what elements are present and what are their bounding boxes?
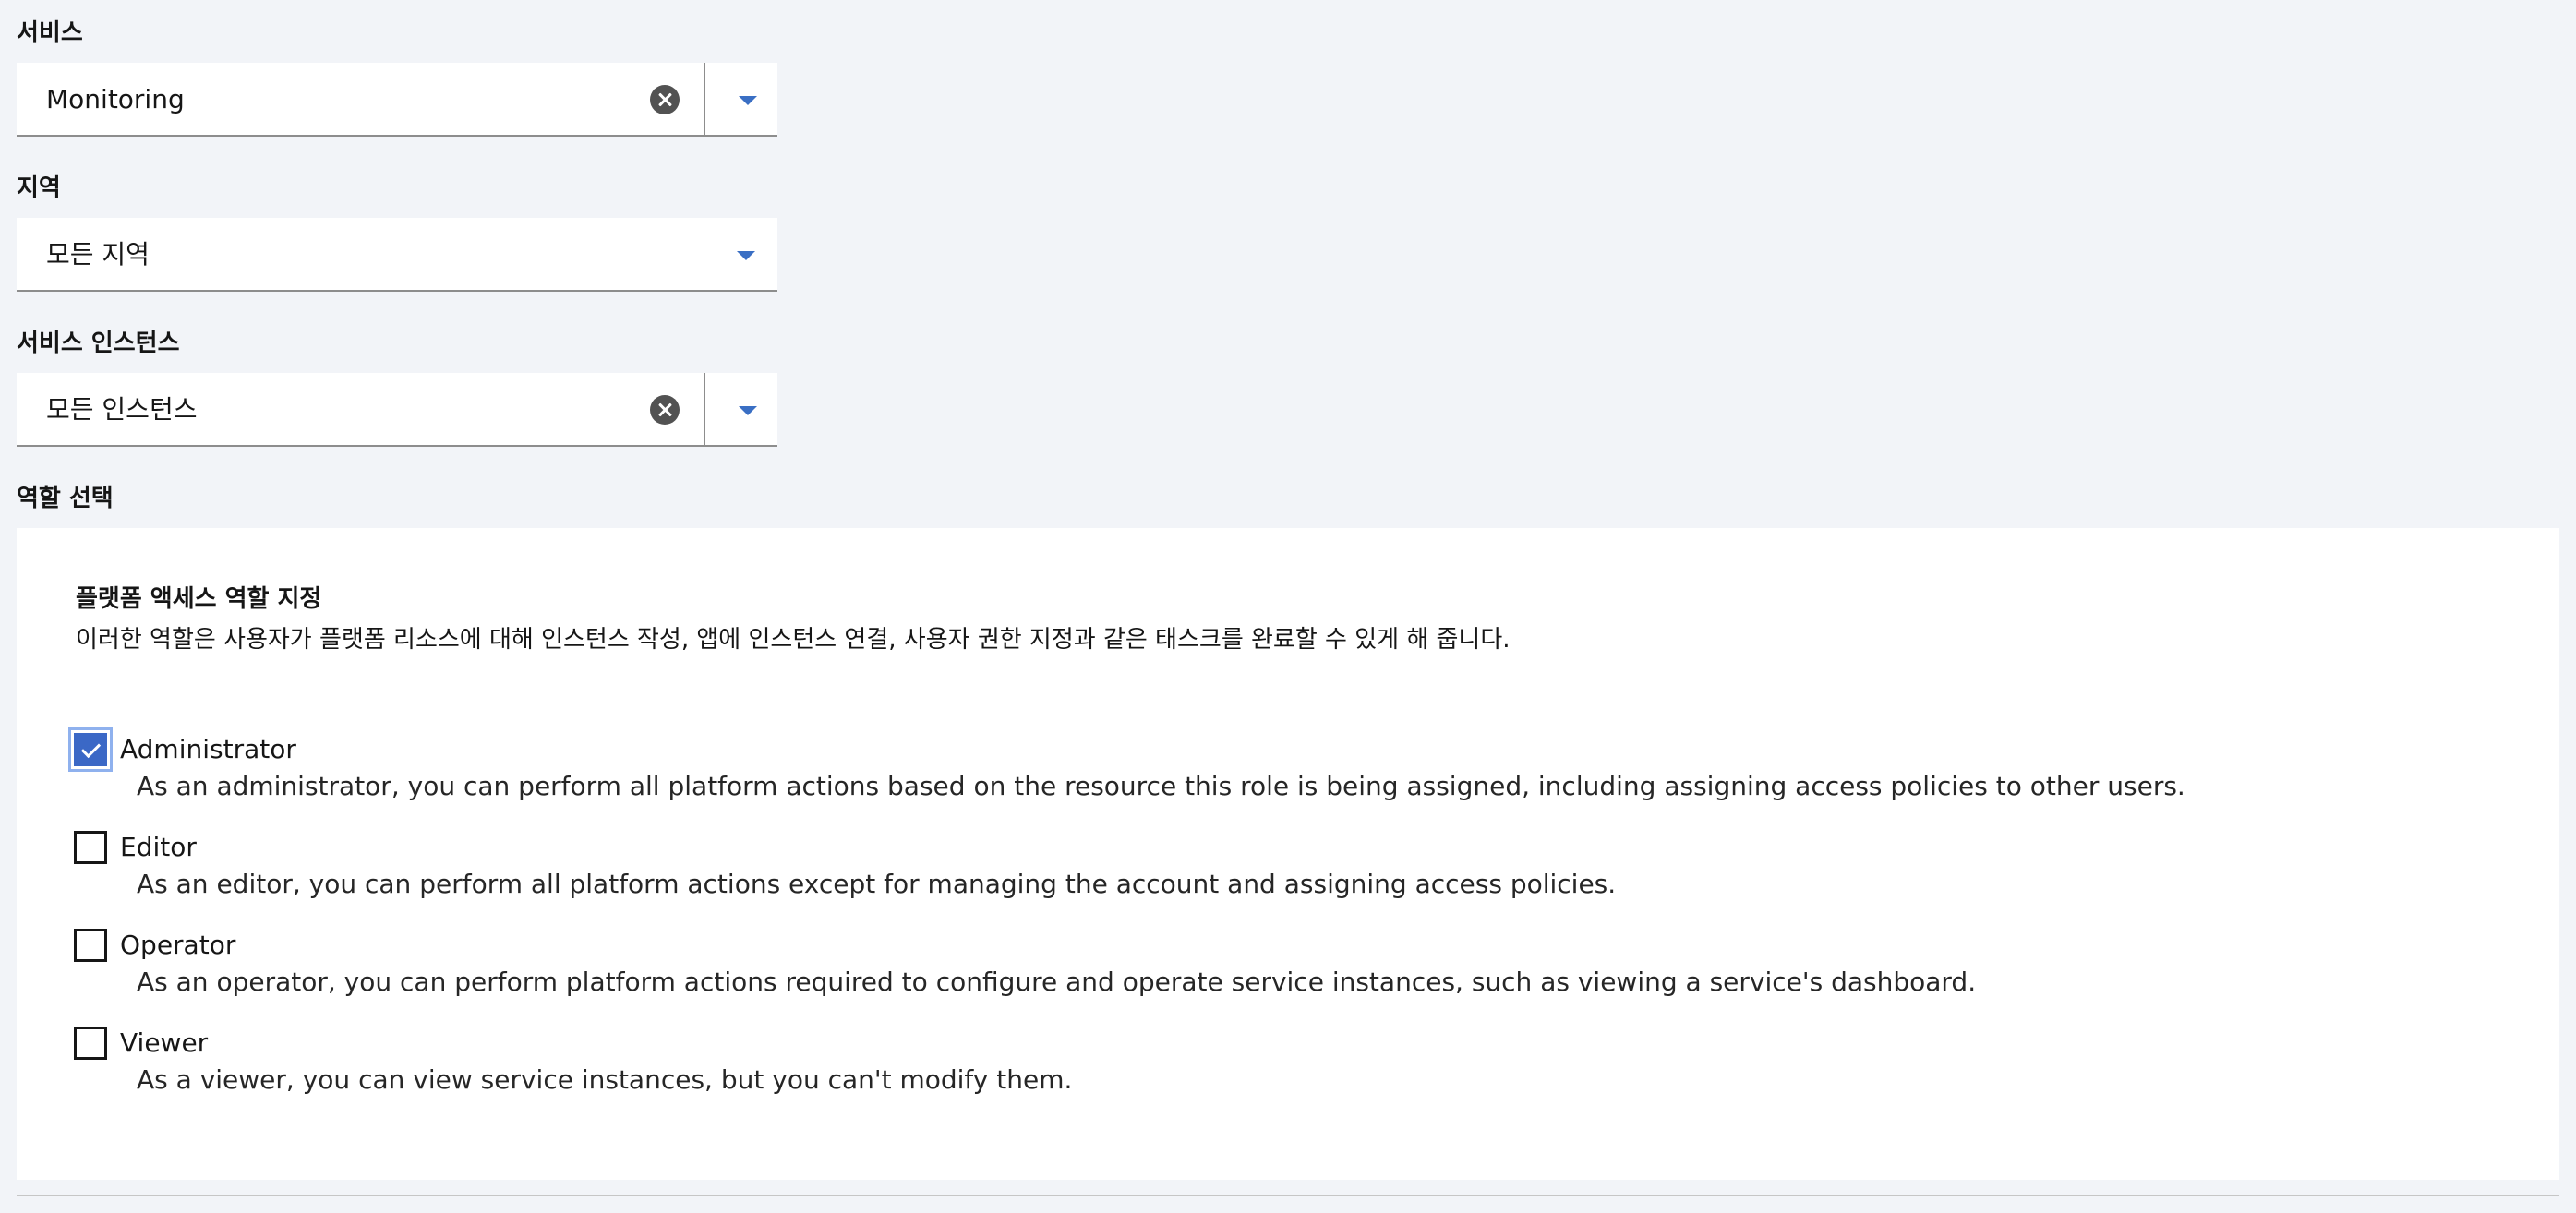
service-instance-combobox[interactable]: 모든 인스턴스	[17, 373, 777, 447]
role-name[interactable]: Editor	[120, 831, 197, 864]
roles-panel: 플랫폼 액세스 역할 지정 이러한 역할은 사용자가 플랫폼 리소스에 대해 인…	[17, 528, 2559, 1180]
role-description: As a viewer, you can view service instan…	[137, 1064, 1073, 1095]
administrator-checkbox[interactable]	[74, 733, 107, 766]
role-name[interactable]: Viewer	[120, 1027, 208, 1060]
service-label: 서비스	[17, 19, 83, 47]
panel-title: 플랫폼 액세스 역할 지정	[76, 585, 322, 613]
editor-checkbox[interactable]	[74, 831, 107, 864]
caret-down-icon[interactable]	[739, 406, 757, 415]
role-name[interactable]: Administrator	[120, 733, 296, 766]
service-combobox[interactable]: Monitoring	[17, 63, 777, 137]
caret-down-icon[interactable]	[737, 251, 755, 260]
role-description: As an administrator, you can perform all…	[137, 771, 2185, 801]
panel-description: 이러한 역할은 사용자가 플랫폼 리소스에 대해 인스턴스 작성, 앱에 인스턴…	[76, 626, 1511, 654]
combobox-divider	[704, 63, 705, 135]
service-instance-value[interactable]: 모든 인스턴스	[46, 393, 197, 426]
panel-bottom-border	[17, 1195, 2559, 1196]
service-value[interactable]: Monitoring	[46, 83, 185, 116]
region-label: 지역	[17, 174, 61, 202]
role-description: As an operator, you can perform platform…	[137, 967, 1977, 997]
region-dropdown[interactable]: 모든 지역	[17, 218, 777, 292]
operator-checkbox[interactable]	[74, 929, 107, 962]
clear-icon[interactable]	[650, 85, 680, 114]
region-value[interactable]: 모든 지역	[46, 238, 150, 271]
combobox-divider	[704, 373, 705, 445]
role-description: As an editor, you can perform all platfo…	[137, 869, 1617, 899]
service-instance-label: 서비스 인스턴스	[17, 330, 180, 357]
caret-down-icon[interactable]	[739, 96, 757, 105]
role-name[interactable]: Operator	[120, 929, 235, 962]
clear-icon[interactable]	[650, 395, 680, 425]
roles-label: 역할 선택	[17, 485, 114, 512]
viewer-checkbox[interactable]	[74, 1027, 107, 1060]
